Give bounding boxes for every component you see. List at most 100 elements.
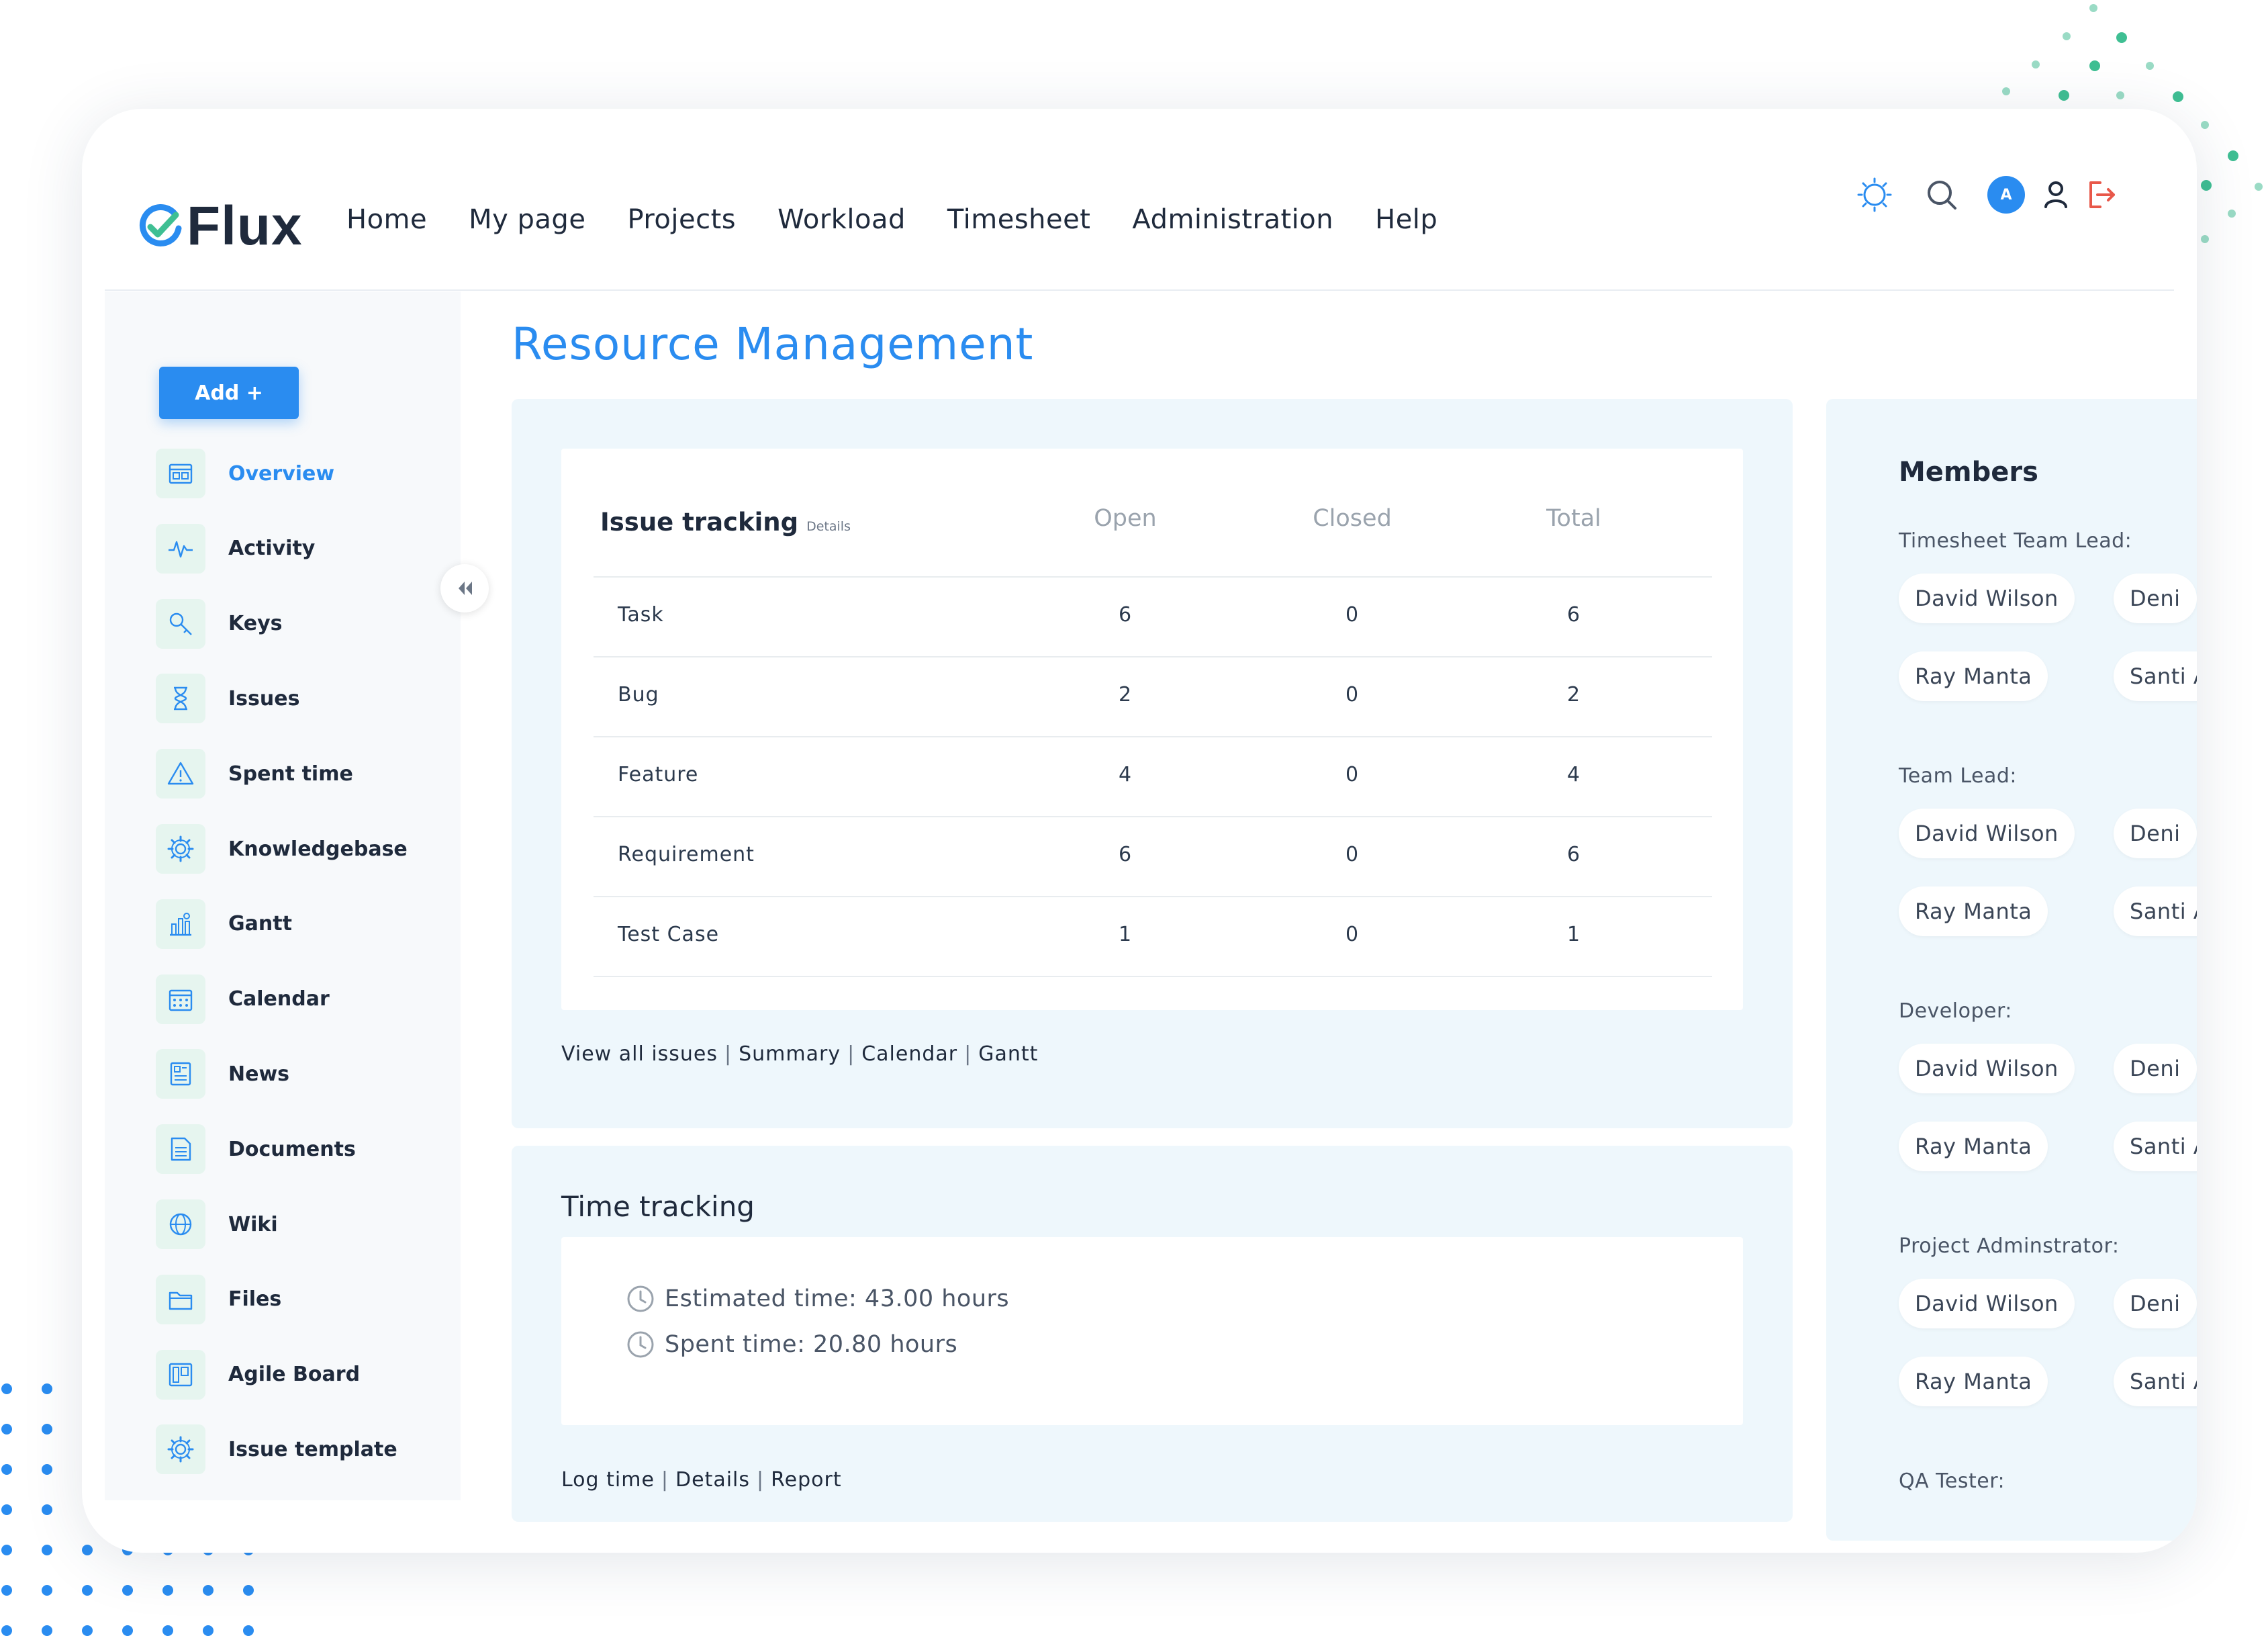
- sidebar-item-calendar[interactable]: Calendar: [156, 974, 330, 1024]
- sidebar-item-news[interactable]: News: [156, 1049, 289, 1099]
- decorative-dot: [2116, 91, 2124, 99]
- summary-link[interactable]: Summary: [739, 1042, 841, 1066]
- decorative-dot: [2059, 90, 2069, 101]
- sidebar-item-spent-time[interactable]: Spent time: [156, 749, 353, 799]
- gear-icon: [156, 824, 205, 874]
- member-role-label: Team Lead:: [1899, 764, 2018, 788]
- decorative-dot: [203, 1625, 214, 1636]
- issue-type-name[interactable]: Task: [618, 603, 664, 627]
- sidebar-item-files[interactable]: Files: [156, 1274, 281, 1324]
- member-chip[interactable]: David Wilson: [1899, 1044, 2075, 1093]
- nav-projects[interactable]: Projects: [627, 204, 736, 235]
- decorative-dot: [2201, 180, 2212, 191]
- sidebar-item-label: Gantt: [228, 912, 292, 936]
- estimated-time: Estimated time: 43.00 hours: [626, 1284, 1009, 1314]
- issue-type-name[interactable]: Requirement: [618, 843, 755, 866]
- member-chip[interactable]: David Wilson: [1899, 1279, 2075, 1328]
- decorative-dot: [243, 1585, 254, 1596]
- brand-name: Flux: [187, 195, 303, 257]
- user-icon[interactable]: [2036, 175, 2076, 215]
- decorative-dot: [1, 1585, 12, 1596]
- decorative-dot: [2173, 91, 2183, 102]
- total-count: 6: [1566, 603, 1581, 627]
- issue-tracking-card: Issue tracking Details Open Closed Total …: [561, 449, 1743, 1010]
- add-button[interactable]: Add +: [159, 367, 299, 419]
- member-chip[interactable]: Deni: [2114, 1044, 2197, 1093]
- view-all-issues-link[interactable]: View all issues: [561, 1042, 718, 1066]
- sidebar-item-overview[interactable]: Overview: [156, 449, 334, 498]
- sidebar-item-label: News: [228, 1062, 290, 1086]
- table-divider: [594, 736, 1712, 737]
- details-link[interactable]: Details: [675, 1468, 750, 1492]
- member-chip[interactable]: Deni: [2114, 574, 2197, 623]
- member-chip[interactable]: Santi A: [2114, 651, 2197, 701]
- issue-tracking-panel: Issue tracking Details Open Closed Total …: [512, 399, 1793, 1128]
- sidebar-item-agile-board[interactable]: Agile Board: [156, 1349, 360, 1400]
- decorative-dot: [42, 1545, 52, 1555]
- nav-administration[interactable]: Administration: [1132, 204, 1333, 235]
- sidebar: Add + Overview Activity Keys Issues Spent ti…: [105, 291, 461, 1500]
- header-divider: [105, 289, 2174, 291]
- issue-type-name[interactable]: Bug: [618, 683, 659, 707]
- nav-timesheet[interactable]: Timesheet: [947, 204, 1090, 235]
- avatar[interactable]: A: [1987, 176, 2028, 216]
- member-chip[interactable]: Santi A: [2114, 1357, 2197, 1406]
- member-chip[interactable]: Ray Manta: [1899, 1357, 2048, 1406]
- decorative-dot: [122, 1625, 133, 1636]
- news-icon: [156, 1049, 205, 1099]
- member-chip[interactable]: Santi A: [2114, 886, 2197, 936]
- keys-icon: [156, 598, 205, 649]
- nav-my-page[interactable]: My page: [469, 204, 585, 235]
- member-chip[interactable]: Ray Manta: [1899, 886, 2048, 936]
- details-link[interactable]: Details: [806, 519, 851, 534]
- log-time-link[interactable]: Log time: [561, 1468, 655, 1492]
- issue-type-name[interactable]: Feature: [618, 763, 698, 786]
- total-count: 6: [1566, 843, 1581, 866]
- decorative-dot: [2002, 87, 2010, 95]
- issue-type-name[interactable]: Test Case: [618, 923, 719, 946]
- decorative-dot: [2228, 210, 2236, 218]
- nav-help[interactable]: Help: [1375, 204, 1437, 235]
- gantt-link[interactable]: Gantt: [978, 1042, 1038, 1066]
- nav-workload[interactable]: Workload: [777, 204, 906, 235]
- sidebar-item-issues[interactable]: Issues: [156, 674, 299, 724]
- nav-home[interactable]: Home: [346, 204, 427, 235]
- table-divider: [594, 656, 1712, 657]
- member-chip[interactable]: Deni: [2114, 809, 2197, 858]
- decorative-dot: [42, 1464, 52, 1475]
- decorative-dot: [203, 1585, 214, 1596]
- member-chip[interactable]: Deni: [2114, 1279, 2197, 1328]
- sidebar-item-issue-template[interactable]: Issue template: [156, 1424, 397, 1475]
- sidebar-item-wiki[interactable]: Wiki: [156, 1199, 278, 1249]
- members-title: Members: [1899, 457, 2038, 488]
- closed-count: 0: [1345, 843, 1360, 866]
- report-link[interactable]: Report: [771, 1468, 841, 1492]
- decorative-dot: [2201, 235, 2209, 243]
- member-chip[interactable]: David Wilson: [1899, 574, 2075, 623]
- decorative-dot: [1, 1424, 12, 1435]
- sidebar-item-knowledgebase[interactable]: Knowledgebase: [156, 824, 408, 874]
- sidebar-item-activity[interactable]: Activity: [156, 523, 315, 574]
- search-icon[interactable]: [1922, 175, 1962, 215]
- table-divider: [594, 976, 1712, 977]
- top-navigation-bar: Flux Home My page Projects Workload Time…: [82, 109, 2197, 291]
- decorative-dot: [42, 1625, 52, 1636]
- member-chip[interactable]: Santi A: [2114, 1122, 2197, 1171]
- member-chip[interactable]: David Wilson: [1899, 809, 2075, 858]
- decorative-dot: [1, 1464, 12, 1475]
- sidebar-item-documents[interactable]: Documents: [156, 1124, 356, 1175]
- calendar-link[interactable]: Calendar: [861, 1042, 957, 1066]
- gear-icon: [156, 1424, 205, 1475]
- brightness-icon[interactable]: [1854, 175, 1895, 215]
- collapse-sidebar-button[interactable]: [440, 564, 489, 612]
- decorative-dot: [1, 1504, 12, 1515]
- logout-icon[interactable]: [2081, 175, 2122, 215]
- page-title: Resource Management: [512, 318, 1034, 370]
- flux-logo[interactable]: Flux: [137, 195, 303, 258]
- sidebar-item-keys[interactable]: Keys: [156, 598, 282, 649]
- sidebar-item-label: Knowledgebase: [228, 837, 408, 861]
- member-chip[interactable]: Ray Manta: [1899, 651, 2048, 701]
- member-chip[interactable]: Ray Manta: [1899, 1122, 2048, 1171]
- sidebar-item-gantt[interactable]: Gantt: [156, 899, 292, 949]
- sidebar-item-label: Spent time: [228, 762, 353, 786]
